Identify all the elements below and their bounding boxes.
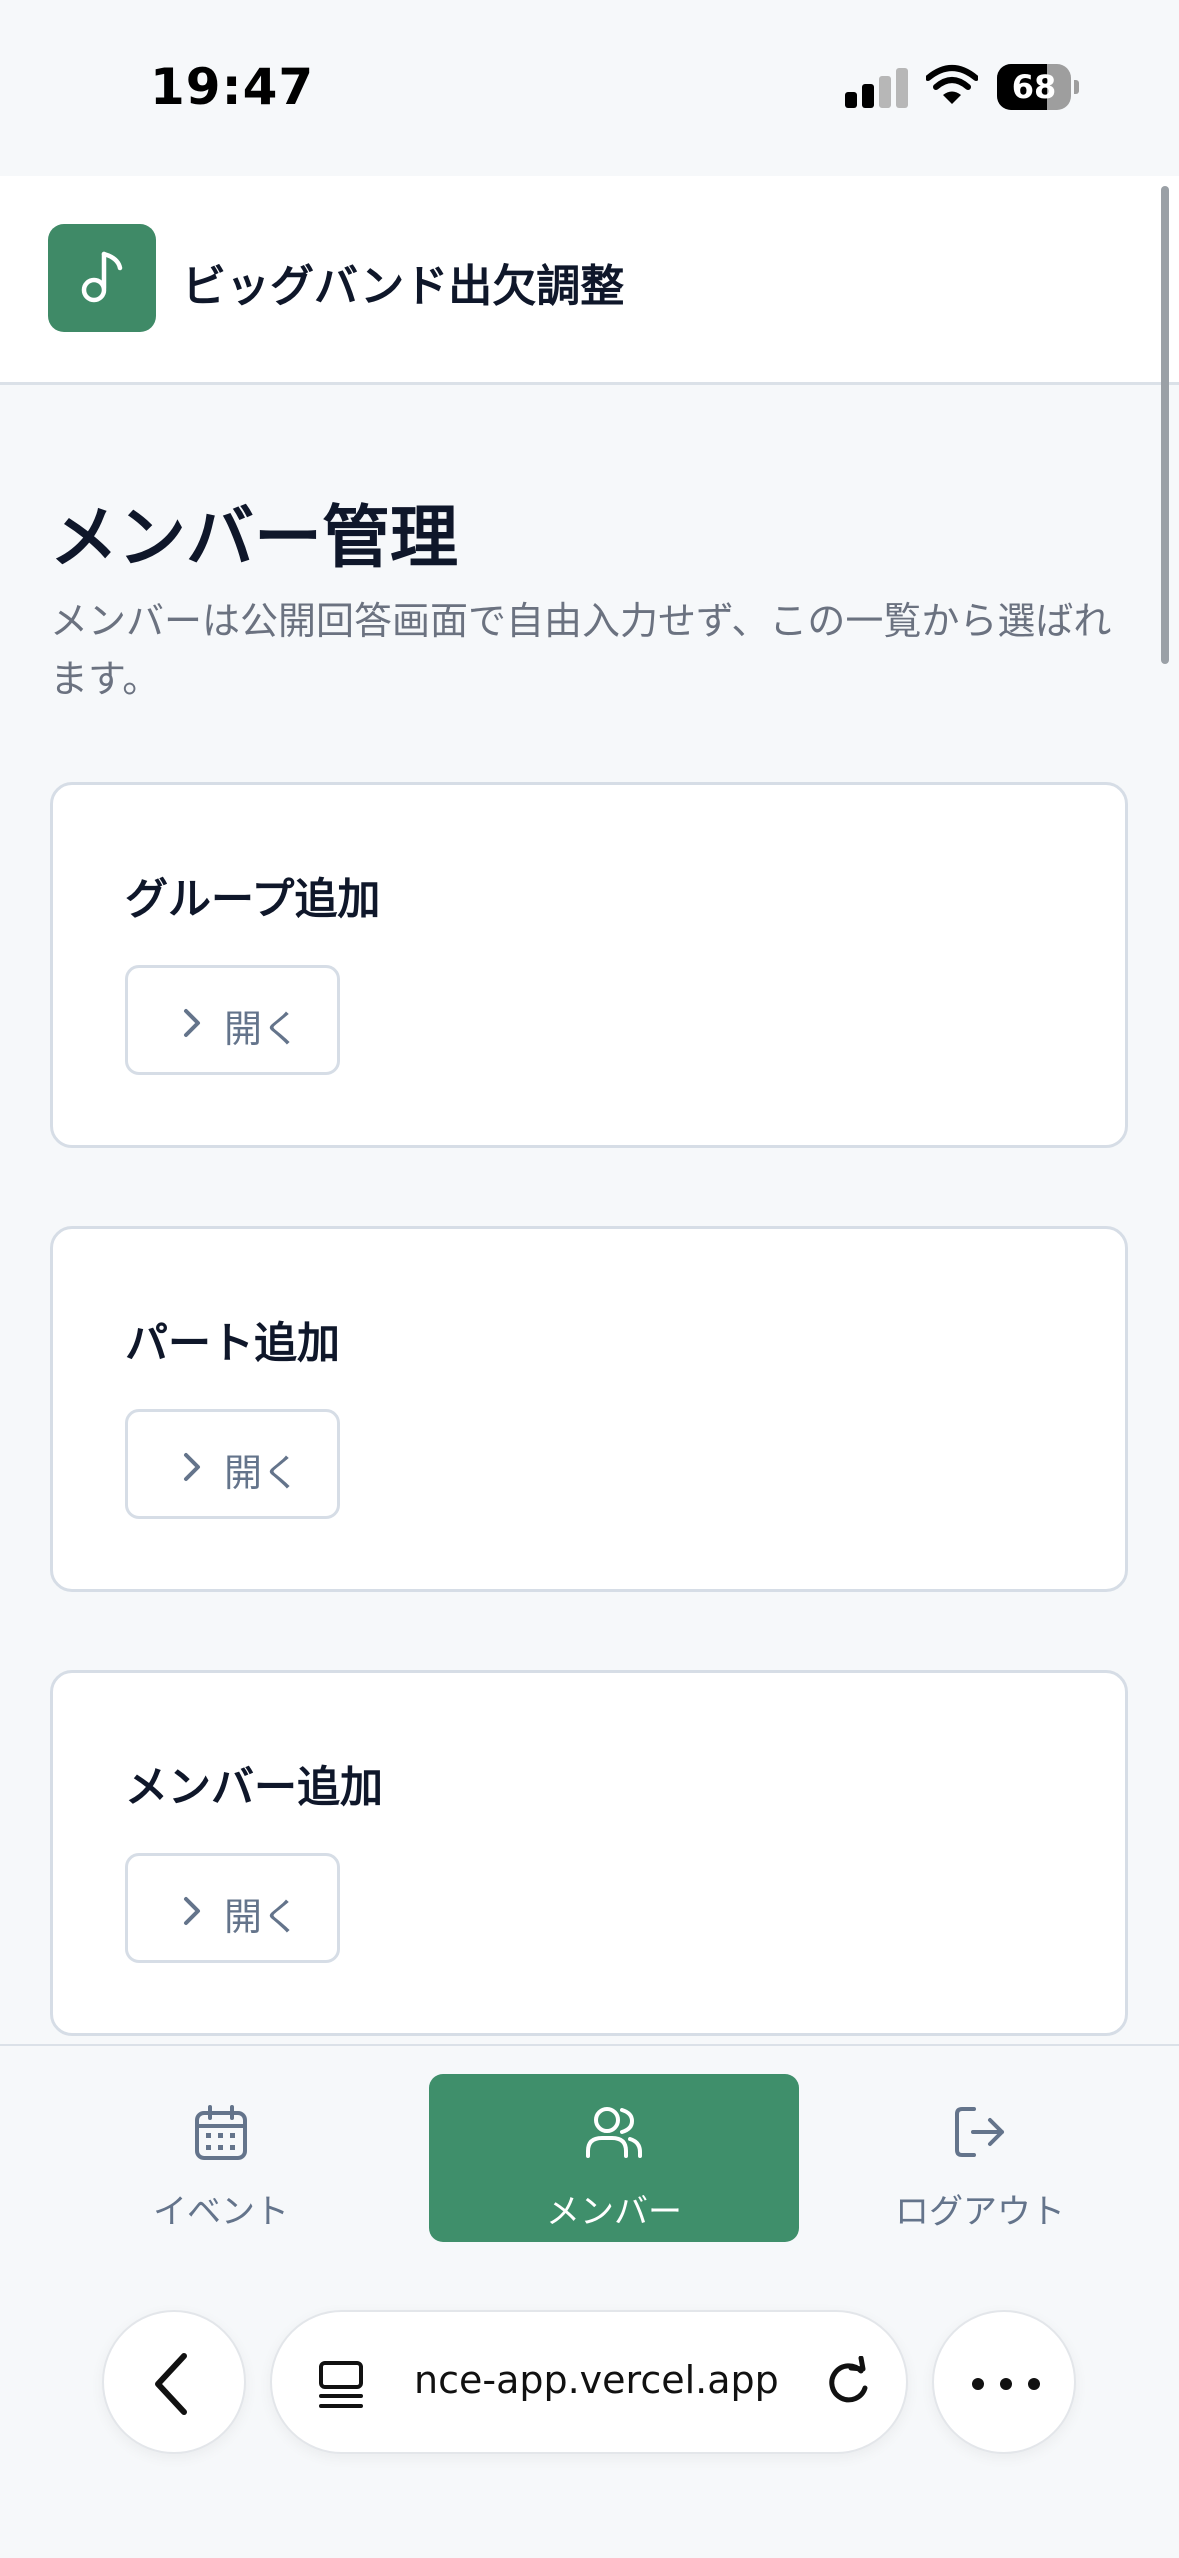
chevron-left-icon xyxy=(155,2353,187,2415)
open-add-member-button[interactable]: 開く xyxy=(125,1853,340,1963)
battery-level: 68 xyxy=(1011,68,1057,106)
reload-icon[interactable] xyxy=(820,2356,876,2412)
status-bar: 19:47 68 xyxy=(0,0,1179,176)
logout-icon xyxy=(955,2107,1004,2157)
nav-label: ログアウト xyxy=(895,2192,1065,2232)
nav-label: メンバー xyxy=(546,2192,682,2232)
nav-item-logout[interactable]: ログアウト xyxy=(795,2074,1165,2242)
wifi-icon xyxy=(925,64,979,108)
music-note-icon xyxy=(48,224,156,332)
open-button-label: 開く xyxy=(224,1895,301,1939)
browser-url: nce-app.vercel.app xyxy=(414,2358,779,2402)
users-icon xyxy=(586,2107,642,2158)
card-title: グループ追加 xyxy=(125,875,381,925)
nav-item-events[interactable]: イベント xyxy=(36,2074,406,2242)
calendar-icon xyxy=(195,2105,247,2160)
page-description: メンバーは公開回答画面で自由入力せず、この一覧から選ばれます。 xyxy=(50,599,1112,701)
card-add-group: グループ追加 開く xyxy=(50,782,1128,1148)
cellular-signal-icon xyxy=(845,66,909,108)
status-time: 19:47 xyxy=(150,58,315,116)
nav-item-members[interactable]: メンバー xyxy=(429,2074,799,2242)
open-add-group-button[interactable]: 開く xyxy=(125,965,340,1075)
browser-url-bar[interactable]: nce-app.vercel.app xyxy=(270,2310,908,2454)
bottom-nav: イベント メンバー ログアウト xyxy=(0,2044,1179,2558)
app-header: ビッグバンド出欠調整 xyxy=(0,176,1179,385)
browser-more-button[interactable] xyxy=(932,2310,1076,2454)
open-button-label: 開く xyxy=(224,1451,301,1495)
battery-icon: 68 xyxy=(997,64,1079,110)
scrollbar[interactable] xyxy=(1161,186,1169,664)
page-title: メンバー管理 xyxy=(50,499,459,578)
card-add-part: パート追加 開く xyxy=(50,1226,1128,1592)
open-add-part-button[interactable]: 開く xyxy=(125,1409,340,1519)
card-title: パート追加 xyxy=(125,1319,340,1369)
chevron-right-icon xyxy=(184,1009,200,1037)
more-icon xyxy=(972,2378,1040,2390)
chevron-right-icon xyxy=(184,1453,200,1481)
chevron-right-icon xyxy=(184,1897,200,1925)
nav-label: イベント xyxy=(153,2192,289,2232)
card-title: メンバー追加 xyxy=(125,1763,383,1813)
app-title: ビッグバンド出欠調整 xyxy=(182,261,625,312)
browser-back-button[interactable] xyxy=(102,2310,246,2454)
open-button-label: 開く xyxy=(224,1007,301,1051)
page-menu-icon[interactable] xyxy=(318,2360,368,2410)
card-add-member: メンバー追加 開く xyxy=(50,1670,1128,2036)
